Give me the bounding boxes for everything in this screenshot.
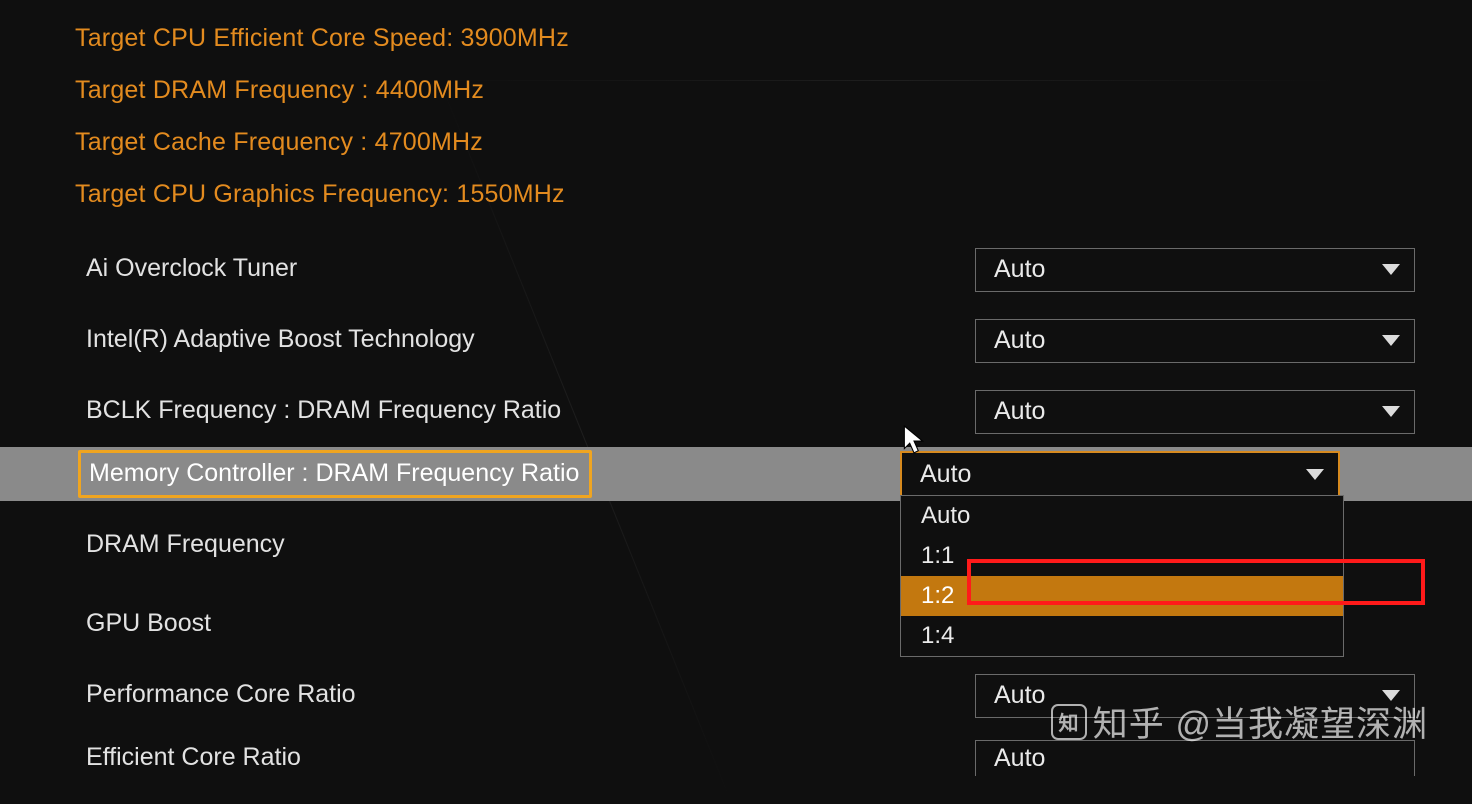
target-cache-frequency: Target Cache Frequency : 4700MHz (75, 116, 1472, 168)
chevron-down-icon (1382, 264, 1400, 275)
setting-row-intel-abt: Intel(R) Adaptive Boost Technology Auto (75, 305, 1472, 376)
intel-abt-value: Auto (994, 326, 1045, 355)
mc-dram-ratio-label: Memory Controller : DRAM Frequency Ratio (78, 450, 592, 499)
target-dram-frequency: Target DRAM Frequency : 4400MHz (75, 64, 1472, 116)
setting-row-bclk-dram-ratio: BCLK Frequency : DRAM Frequency Ratio Au… (75, 376, 1472, 447)
bclk-dram-ratio-value: Auto (994, 397, 1045, 426)
performance-core-ratio-dropdown[interactable]: Auto (975, 674, 1415, 718)
dropdown-option-1-4[interactable]: 1:4 (901, 616, 1343, 656)
mc-dram-ratio-options: Auto 1:1 1:2 1:4 (900, 495, 1344, 657)
performance-core-ratio-label: Performance Core Ratio (78, 674, 366, 717)
efficient-core-ratio-dropdown[interactable]: Auto (975, 740, 1415, 776)
ai-overclock-dropdown[interactable]: Auto (975, 248, 1415, 292)
chevron-down-icon (1306, 469, 1324, 480)
target-cpu-graphics-frequency: Target CPU Graphics Frequency: 1550MHz (75, 168, 1472, 220)
gpu-boost-label: GPU Boost (78, 603, 221, 646)
mc-dram-ratio-value: Auto (920, 460, 971, 489)
setting-row-mc-dram-ratio[interactable]: Memory Controller : DRAM Frequency Ratio… (0, 447, 1472, 501)
dropdown-option-1-1[interactable]: 1:1 (901, 536, 1343, 576)
chevron-down-icon (1382, 406, 1400, 417)
efficient-core-ratio-value: Auto (994, 744, 1045, 773)
mc-dram-ratio-dropdown[interactable]: Auto Auto 1:1 1:2 1:4 (900, 451, 1340, 497)
setting-row-ai-overclock: Ai Overclock Tuner Auto (75, 234, 1472, 305)
target-cpu-efficient-core-speed: Target CPU Efficient Core Speed: 3900MHz (75, 12, 1472, 64)
setting-row-performance-core-ratio: Performance Core Ratio Auto (75, 660, 1472, 731)
ai-overclock-value: Auto (994, 255, 1045, 284)
bclk-dram-ratio-label: BCLK Frequency : DRAM Frequency Ratio (78, 390, 571, 433)
ai-overclock-label: Ai Overclock Tuner (78, 248, 307, 291)
chevron-down-icon (1382, 335, 1400, 346)
intel-abt-dropdown[interactable]: Auto (975, 319, 1415, 363)
dropdown-option-1-2[interactable]: 1:2 (901, 576, 1343, 616)
dropdown-option-auto[interactable]: Auto (901, 496, 1343, 536)
intel-abt-label: Intel(R) Adaptive Boost Technology (78, 319, 485, 362)
chevron-down-icon (1382, 690, 1400, 701)
efficient-core-ratio-label: Efficient Core Ratio (78, 737, 311, 780)
bclk-dram-ratio-dropdown[interactable]: Auto (975, 390, 1415, 434)
dram-frequency-label: DRAM Frequency (78, 524, 295, 567)
performance-core-ratio-value: Auto (994, 681, 1045, 710)
